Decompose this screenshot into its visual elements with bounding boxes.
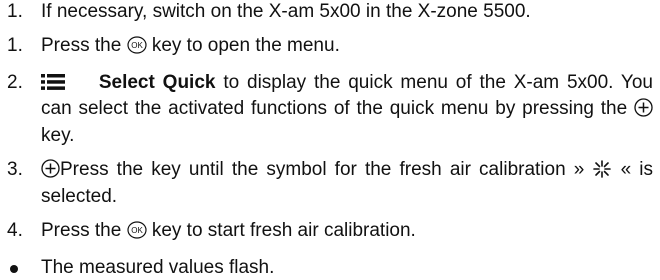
ok-key-icon: OK <box>126 36 147 61</box>
step-number: 4. <box>7 220 23 241</box>
step-text-pre: Press the <box>41 35 122 56</box>
step-text-post2: key. <box>41 125 75 146</box>
ok-key-label: OK <box>131 226 143 235</box>
step-text-pre: Press the <box>41 220 122 241</box>
plus-key-icon <box>634 98 653 124</box>
plus-key-icon <box>41 159 60 185</box>
step-number: 1. <box>7 35 23 56</box>
ok-key-icon: OK <box>126 221 147 246</box>
result-bullet: The measured values flash. <box>7 256 653 280</box>
step-1: 1. Press the OK key to open the menu. <box>7 34 653 61</box>
step-text-post: key to start fresh air calibration. <box>151 220 416 241</box>
menu-icon <box>41 73 65 97</box>
step-3: 3. Press the key until the symbol for th… <box>7 158 653 209</box>
step-text-pre: Press the key until the symbol for the f… <box>60 159 585 180</box>
instruction-document: 1. If necessary, switch on the X-am 5x00… <box>7 0 653 280</box>
step-2: 2. Select Quick to display the quick men… <box>7 71 653 148</box>
intro-step: 1. If necessary, switch on the X-am 5x00… <box>7 0 653 24</box>
step-text: If necessary, switch on the X-am 5x00 in… <box>41 1 531 22</box>
step-text-post: key to open the menu. <box>151 35 340 56</box>
ok-key-label: OK <box>131 41 143 50</box>
result-text: The measured values flash. <box>41 257 275 278</box>
step-number: 3. <box>7 159 23 180</box>
bullet-icon <box>10 265 18 273</box>
fresh-air-icon <box>592 160 612 185</box>
step-bold-text: Select Quick <box>98 72 216 93</box>
step-number: 2. <box>7 72 23 93</box>
step-number: 1. <box>7 1 23 22</box>
step-4: 4. Press the OK key to start fresh air c… <box>7 219 653 246</box>
